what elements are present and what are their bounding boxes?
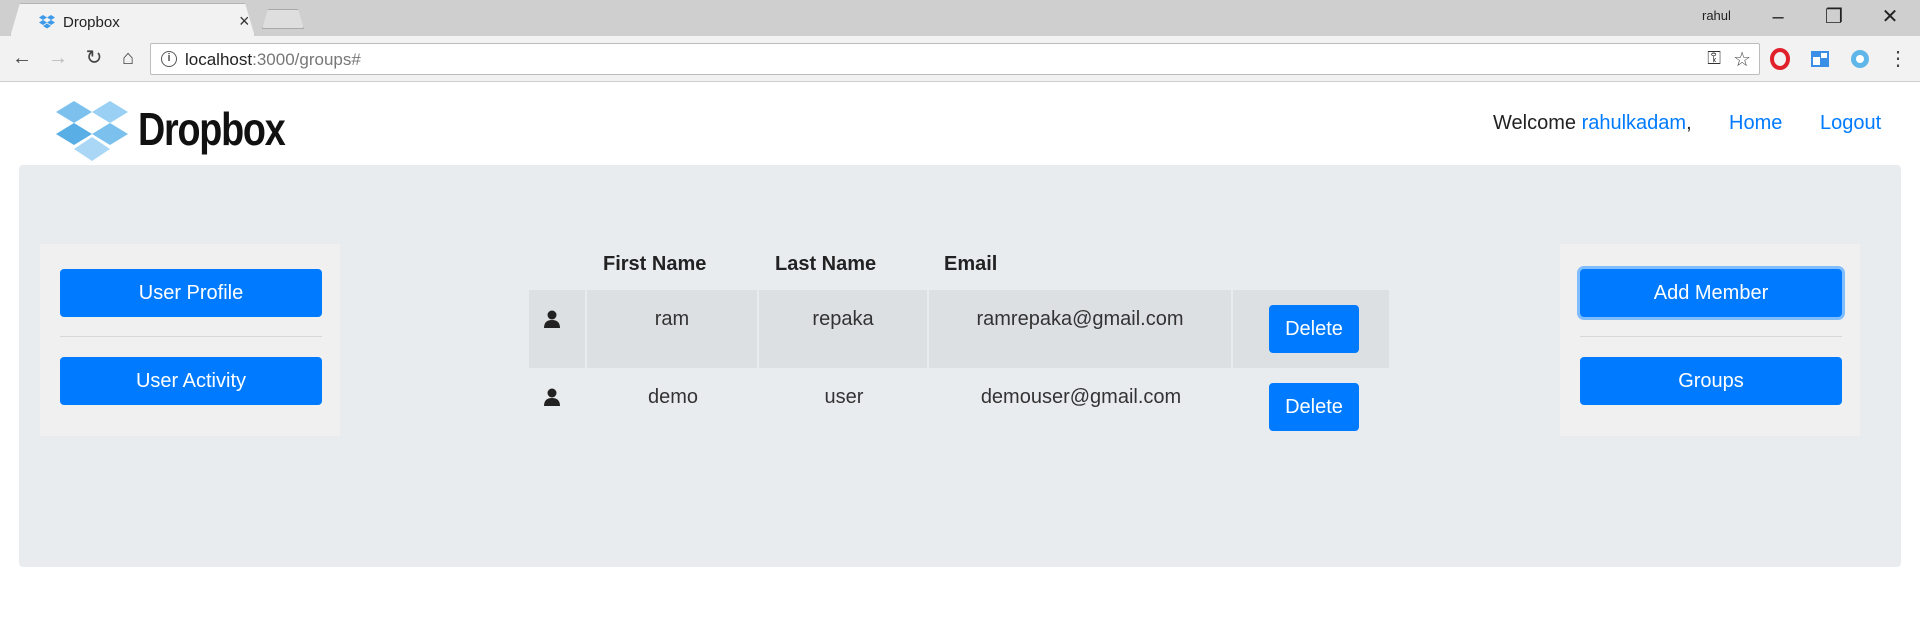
- logo-text: Dropbox: [138, 103, 286, 155]
- delete-button[interactable]: Delete: [1269, 383, 1359, 431]
- new-tab-button[interactable]: [262, 9, 304, 29]
- tab-title: Dropbox: [63, 14, 120, 31]
- browser-tab-strip: Dropbox × rahul – ❐ ✕: [0, 0, 1920, 37]
- opera-extension-icon[interactable]: [1769, 48, 1791, 70]
- user-icon: [544, 388, 560, 406]
- dropbox-logo-icon: [56, 101, 128, 161]
- header-email: Email: [944, 253, 998, 275]
- divider: [60, 336, 322, 337]
- cell-email: ramrepaka@gmail.com: [929, 290, 1233, 368]
- key-icon[interactable]: ⚿: [1707, 48, 1721, 69]
- page-content: Dropbox Welcome rahulkadam, Home Logout …: [0, 82, 1920, 622]
- browser-tab[interactable]: Dropbox ×: [10, 3, 255, 37]
- header-first-name: First Name: [603, 253, 707, 275]
- cell-email: demouser@gmail.com: [980, 386, 1182, 408]
- user-activity-button[interactable]: User Activity: [60, 357, 322, 405]
- table-row: ram repaka ramrepaka@gmail.com Delete: [529, 290, 1389, 368]
- cell-last-name: repaka: [759, 290, 929, 368]
- dropbox-favicon-icon: [39, 15, 55, 29]
- cell-first-name: ram: [587, 290, 759, 368]
- welcome-message: Welcome rahulkadam,: [1493, 112, 1692, 134]
- left-sidebar: User Profile User Activity: [40, 244, 340, 436]
- home-link[interactable]: Home: [1729, 112, 1782, 135]
- table-row: demo user demouser@gmail.com Delete: [529, 368, 1389, 446]
- reload-icon[interactable]: ↻: [80, 44, 108, 72]
- browser-profile-name[interactable]: rahul: [1702, 8, 1731, 23]
- close-window-icon[interactable]: ✕: [1868, 2, 1912, 32]
- back-icon[interactable]: ←: [8, 44, 36, 72]
- url-text[interactable]: localhost:3000/groups#: [185, 50, 361, 70]
- home-icon[interactable]: ⌂: [114, 44, 142, 72]
- browser-toolbar: ← → ↻ ⌂ i localhost:3000/groups# ⚿ ☆ ⋮: [0, 36, 1920, 82]
- divider: [1580, 336, 1842, 337]
- minimize-icon[interactable]: –: [1756, 2, 1800, 32]
- delete-button[interactable]: Delete: [1269, 305, 1359, 353]
- browser-menu-icon[interactable]: ⋮: [1888, 46, 1908, 71]
- right-sidebar: Add Member Groups: [1560, 244, 1860, 436]
- restore-icon[interactable]: ❐: [1812, 2, 1856, 32]
- header-last-name: Last Name: [775, 253, 877, 275]
- groups-button[interactable]: Groups: [1580, 357, 1842, 405]
- site-info-icon[interactable]: i: [161, 51, 177, 67]
- cell-last-name: user: [824, 386, 864, 408]
- window-extension-icon[interactable]: [1809, 48, 1831, 70]
- tab-close-icon[interactable]: ×: [239, 11, 250, 32]
- sync-extension-icon[interactable]: [1849, 48, 1871, 70]
- dropbox-logo[interactable]: Dropbox: [56, 92, 316, 161]
- forward-icon[interactable]: →: [44, 44, 72, 72]
- logout-link[interactable]: Logout: [1820, 112, 1881, 135]
- user-profile-button[interactable]: User Profile: [60, 269, 322, 317]
- bookmark-star-icon[interactable]: ☆: [1733, 47, 1751, 72]
- username-link[interactable]: rahulkadam: [1582, 112, 1687, 134]
- address-bar[interactable]: i localhost:3000/groups# ⚿ ☆: [150, 43, 1760, 75]
- add-member-button[interactable]: Add Member: [1580, 269, 1842, 317]
- user-icon: [544, 310, 560, 328]
- cell-first-name: demo: [647, 386, 699, 408]
